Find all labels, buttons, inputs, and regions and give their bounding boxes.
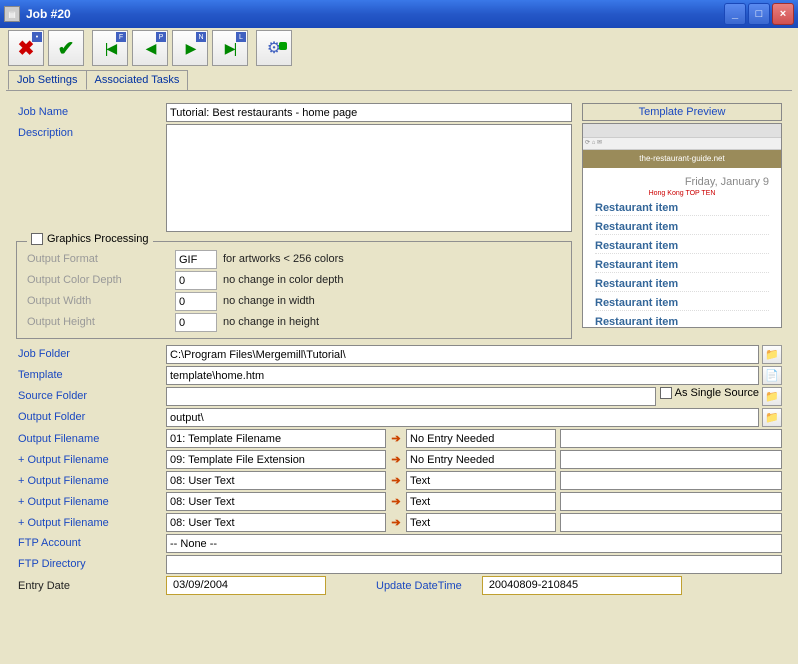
next-record-button[interactable]: ▶N	[172, 30, 208, 66]
update-datetime-label: Update DateTime	[326, 577, 482, 595]
file-icon: 📄	[765, 369, 779, 382]
output-filename-2-text[interactable]	[560, 471, 782, 490]
output-width-label: Output Width	[25, 292, 175, 310]
cancel-button[interactable]: ✖•	[8, 30, 44, 66]
output-filename-0-text[interactable]	[560, 429, 782, 448]
output-depth-info: no change in color depth	[217, 271, 349, 289]
output-filename-3-label: + Output Filename	[16, 493, 166, 511]
entry-date-label: Entry Date	[16, 577, 166, 595]
tab-bar: Job Settings Associated Tasks	[0, 70, 798, 90]
tab-associated-tasks[interactable]: Associated Tasks	[86, 70, 189, 90]
gear-icon: ⚙	[267, 38, 281, 58]
last-record-button[interactable]: ▶|L	[212, 30, 248, 66]
output-filename-0-type[interactable]	[166, 429, 386, 448]
entry-date-value: 03/09/2004	[166, 576, 326, 595]
window-title: Job #20	[26, 7, 722, 21]
output-height-input[interactable]	[175, 313, 217, 332]
folder-icon: 📁	[765, 411, 779, 424]
ftp-directory-input[interactable]	[166, 555, 782, 574]
first-icon: |◀	[105, 40, 115, 57]
minimize-button[interactable]: _	[724, 3, 746, 25]
accept-button[interactable]: ✔	[48, 30, 84, 66]
arrow-icon: ➔	[386, 495, 406, 508]
graphics-processing-title: Graphics Processing	[47, 233, 149, 245]
check-icon: ✔	[58, 36, 75, 61]
update-datetime-value: 20040809-210845	[482, 576, 682, 595]
description-label: Description	[16, 124, 166, 142]
ftp-account-input[interactable]	[166, 534, 782, 553]
output-format-input[interactable]	[175, 250, 217, 269]
output-folder-browse-button[interactable]: 📁	[762, 408, 782, 427]
ftp-directory-label: FTP Directory	[16, 555, 166, 573]
template-preview: ⟳ ⌂ ✉ the-restaurant-guide.net Friday, J…	[582, 123, 782, 328]
arrow-icon: ➔	[386, 474, 406, 487]
job-name-input[interactable]	[166, 103, 572, 122]
output-format-info: for artworks < 256 colors	[217, 250, 350, 268]
job-folder-label: Job Folder	[16, 345, 166, 363]
output-height-label: Output Height	[25, 313, 175, 331]
first-record-button[interactable]: |◀F	[92, 30, 128, 66]
output-filename-0-label: Output Filename	[16, 430, 166, 448]
output-filename-0-entry[interactable]	[406, 429, 556, 448]
output-filename-2-type[interactable]	[166, 471, 386, 490]
output-folder-label: Output Folder	[16, 408, 166, 426]
output-filename-3-entry[interactable]	[406, 492, 556, 511]
maximize-button[interactable]: □	[748, 3, 770, 25]
source-folder-browse-button[interactable]: 📁	[762, 387, 782, 406]
arrow-icon: ➔	[386, 516, 406, 529]
output-width-info: no change in width	[217, 292, 321, 310]
output-width-input[interactable]	[175, 292, 217, 311]
output-folder-input[interactable]	[166, 408, 759, 427]
output-filename-4-text[interactable]	[560, 513, 782, 532]
output-filename-4-entry[interactable]	[406, 513, 556, 532]
as-single-source-checkbox[interactable]	[660, 387, 672, 399]
output-filename-2-entry[interactable]	[406, 471, 556, 490]
folder-icon: 📁	[765, 390, 779, 403]
output-depth-input[interactable]	[175, 271, 217, 290]
output-filename-3-text[interactable]	[560, 492, 782, 511]
output-filename-1-text[interactable]	[560, 450, 782, 469]
source-folder-label: Source Folder	[16, 387, 166, 405]
output-format-label: Output Format	[25, 250, 175, 268]
output-depth-label: Output Color Depth	[25, 271, 175, 289]
toolbar: ✖• ✔ |◀F ◀P ▶N ▶|L ⚙	[0, 28, 798, 68]
titlebar: ▤ Job #20 _ □ ×	[0, 0, 798, 28]
output-height-info: no change in height	[217, 313, 325, 331]
job-folder-input[interactable]	[166, 345, 759, 364]
output-filename-2-label: + Output Filename	[16, 472, 166, 490]
prev-icon: ◀	[146, 40, 155, 57]
as-single-source-label: As Single Source	[675, 387, 759, 399]
graphics-processing-group: Graphics Processing Output Format for ar…	[16, 241, 572, 339]
output-filename-1-entry[interactable]	[406, 450, 556, 469]
prev-record-button[interactable]: ◀P	[132, 30, 168, 66]
arrow-icon: ➔	[386, 453, 406, 466]
app-icon: ▤	[4, 6, 20, 22]
output-filename-4-label: + Output Filename	[16, 514, 166, 532]
content-panel: Job Name Description Graphics Processing…	[6, 90, 792, 607]
tab-job-settings[interactable]: Job Settings	[8, 70, 87, 90]
close-button[interactable]: ×	[772, 3, 794, 25]
template-label: Template	[16, 366, 166, 384]
job-name-label: Job Name	[16, 103, 166, 121]
output-filename-1-type[interactable]	[166, 450, 386, 469]
next-icon: ▶	[186, 40, 195, 57]
output-filename-1-label: + Output Filename	[16, 451, 166, 469]
template-browse-button[interactable]: 📄	[762, 366, 782, 385]
template-preview-header: Template Preview	[582, 103, 782, 121]
folder-icon: 📁	[765, 348, 779, 361]
description-textarea[interactable]	[166, 124, 572, 232]
last-icon: ▶|	[225, 40, 235, 57]
output-filename-4-type[interactable]	[166, 513, 386, 532]
template-input[interactable]	[166, 366, 759, 385]
ftp-account-label: FTP Account	[16, 534, 166, 552]
output-filename-3-type[interactable]	[166, 492, 386, 511]
arrow-icon: ➔	[386, 432, 406, 445]
run-settings-button[interactable]: ⚙	[256, 30, 292, 66]
graphics-processing-checkbox[interactable]	[31, 233, 43, 245]
source-folder-input[interactable]	[166, 387, 656, 406]
job-folder-browse-button[interactable]: 📁	[762, 345, 782, 364]
